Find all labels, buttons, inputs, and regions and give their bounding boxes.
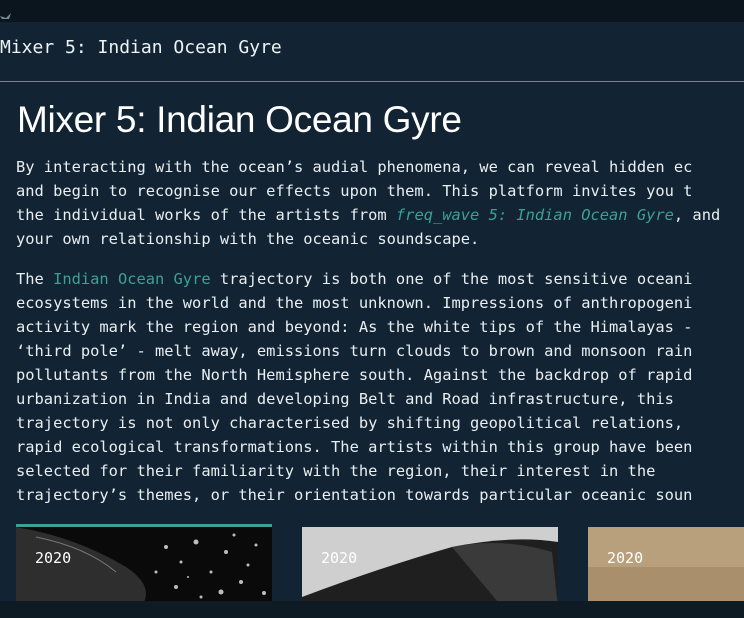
card-year: 2020 bbox=[321, 549, 358, 567]
intro-text: , and bbox=[673, 206, 721, 224]
intro-line: and begin to recognise our effects upon … bbox=[16, 182, 693, 200]
bird-icon bbox=[0, 13, 11, 19]
body-line: rapid ecological transformations. The ar… bbox=[16, 438, 693, 456]
body-line: pollutants from the North Hemisphere sou… bbox=[16, 366, 693, 384]
intro-line: By interacting with the ocean’s audial p… bbox=[16, 158, 693, 176]
card-year: 2020 bbox=[35, 549, 72, 567]
page-title: Mixer 5: Indian Ocean Gyre bbox=[17, 99, 462, 140]
indian-ocean-gyre-link[interactable]: Indian Ocean Gyre bbox=[53, 270, 211, 288]
body-text: trajectory is both one of the most sensi… bbox=[210, 270, 693, 288]
artwork-thumbnail bbox=[588, 527, 744, 607]
artwork-card[interactable]: 2020 bbox=[302, 527, 558, 607]
body-line: ‘third pole’ - melt away, emissions turn… bbox=[16, 342, 693, 360]
title-divider bbox=[0, 81, 744, 82]
freq-wave-link[interactable]: freq_wave 5: Indian Ocean Gyre bbox=[396, 206, 674, 224]
mixer-window: Mixer 5: Indian Ocean Gyre Mixer 5: Indi… bbox=[0, 22, 744, 618]
intro-text: the individual works of the artists from bbox=[16, 206, 396, 224]
body-line: trajectory is not only characterised by … bbox=[16, 414, 684, 432]
window-title: Mixer 5: Indian Ocean Gyre bbox=[0, 37, 282, 58]
body-text: The bbox=[16, 270, 54, 288]
artwork-card[interactable]: 2020 bbox=[588, 527, 744, 607]
body-line: ecosystems in the world and the most unk… bbox=[16, 294, 693, 312]
bottom-bar bbox=[0, 601, 744, 618]
body-line: urbanization in India and developing Bel… bbox=[16, 390, 674, 408]
body-line: trajectory’s themes, or their orientatio… bbox=[16, 486, 693, 504]
body-paragraph: The Indian Ocean Gyre trajectory is both… bbox=[16, 267, 692, 507]
artwork-card[interactable]: 2020 bbox=[16, 524, 272, 607]
intro-line: your own relationship with the oceanic s… bbox=[16, 230, 480, 248]
artwork-thumbnail bbox=[16, 527, 272, 607]
artwork-cards: 2020 2020 2020 bbox=[0, 524, 744, 607]
intro-paragraph: By interacting with the ocean’s audial p… bbox=[16, 155, 720, 251]
body-line: selected for their familiarity with the … bbox=[16, 462, 656, 480]
browser-top-bar bbox=[0, 0, 744, 22]
body-line: activity mark the region and beyond: As … bbox=[16, 318, 693, 336]
artwork-thumbnail bbox=[302, 527, 558, 607]
intro-line: the individual works of the artists from… bbox=[16, 203, 720, 227]
card-year: 2020 bbox=[607, 549, 644, 567]
body-line: The Indian Ocean Gyre trajectory is both… bbox=[16, 267, 692, 291]
